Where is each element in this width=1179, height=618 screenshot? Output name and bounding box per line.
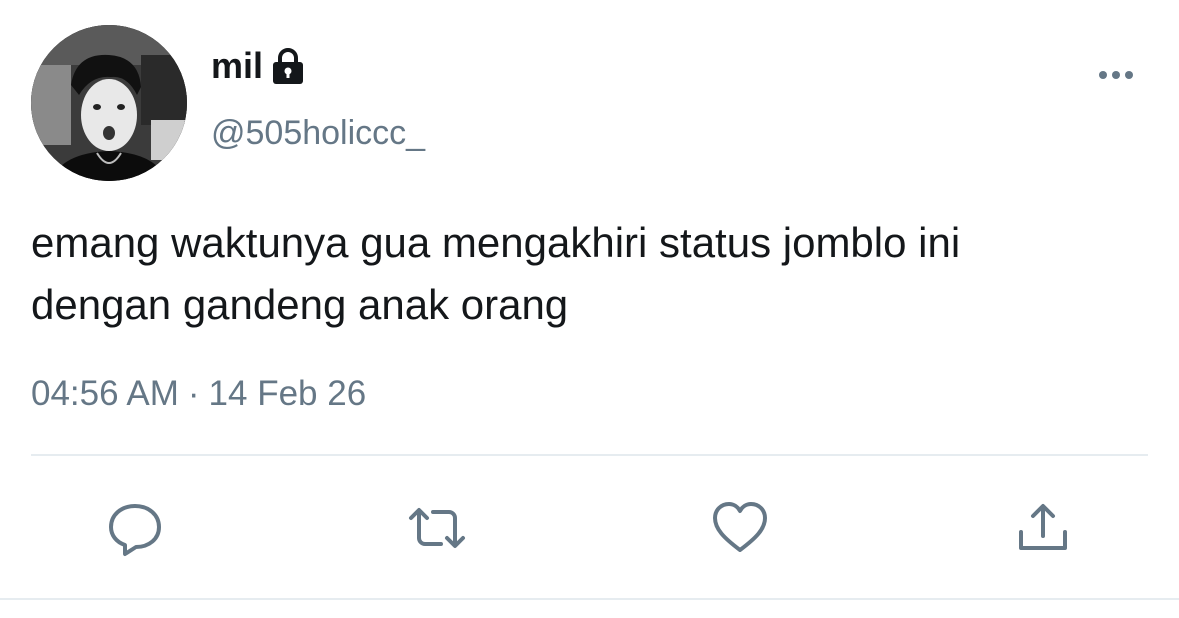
- tweet-text-line: emang waktunya gua mengakhiri status jom…: [31, 219, 961, 266]
- reply-button[interactable]: [103, 496, 167, 560]
- timestamp[interactable]: 04:56 AM · 14 Feb 26: [31, 374, 366, 414]
- timestamp-separator: ·: [187, 374, 200, 413]
- heart-icon: [713, 502, 767, 552]
- tweet-date: 14 Feb 26: [208, 374, 367, 413]
- more-horizontal-icon: [1099, 71, 1133, 79]
- reply-bubble-icon: [109, 504, 161, 556]
- retweet-button[interactable]: [405, 496, 469, 560]
- like-button[interactable]: [708, 496, 772, 560]
- display-name-row: mil: [211, 44, 305, 88]
- retweet-icon: [409, 508, 465, 548]
- lock-icon: [271, 46, 305, 86]
- avatar[interactable]: [31, 25, 187, 181]
- user-handle[interactable]: @505holiccc_: [211, 114, 425, 153]
- share-button[interactable]: [1011, 496, 1075, 560]
- share-upload-icon: [1019, 504, 1067, 550]
- more-options-button[interactable]: [1094, 62, 1138, 88]
- tweet-time: 04:56 AM: [31, 374, 179, 413]
- tweet-text-line: dengan gandeng anak orang: [31, 281, 569, 328]
- divider: [31, 454, 1148, 456]
- bottom-divider: [0, 598, 1179, 600]
- display-name[interactable]: mil: [211, 45, 263, 87]
- tweet-card: mil @505holiccc_ emang waktunya gua meng…: [0, 0, 1179, 618]
- tweet-text: emang waktunya gua mengakhiri status jom…: [31, 212, 1151, 336]
